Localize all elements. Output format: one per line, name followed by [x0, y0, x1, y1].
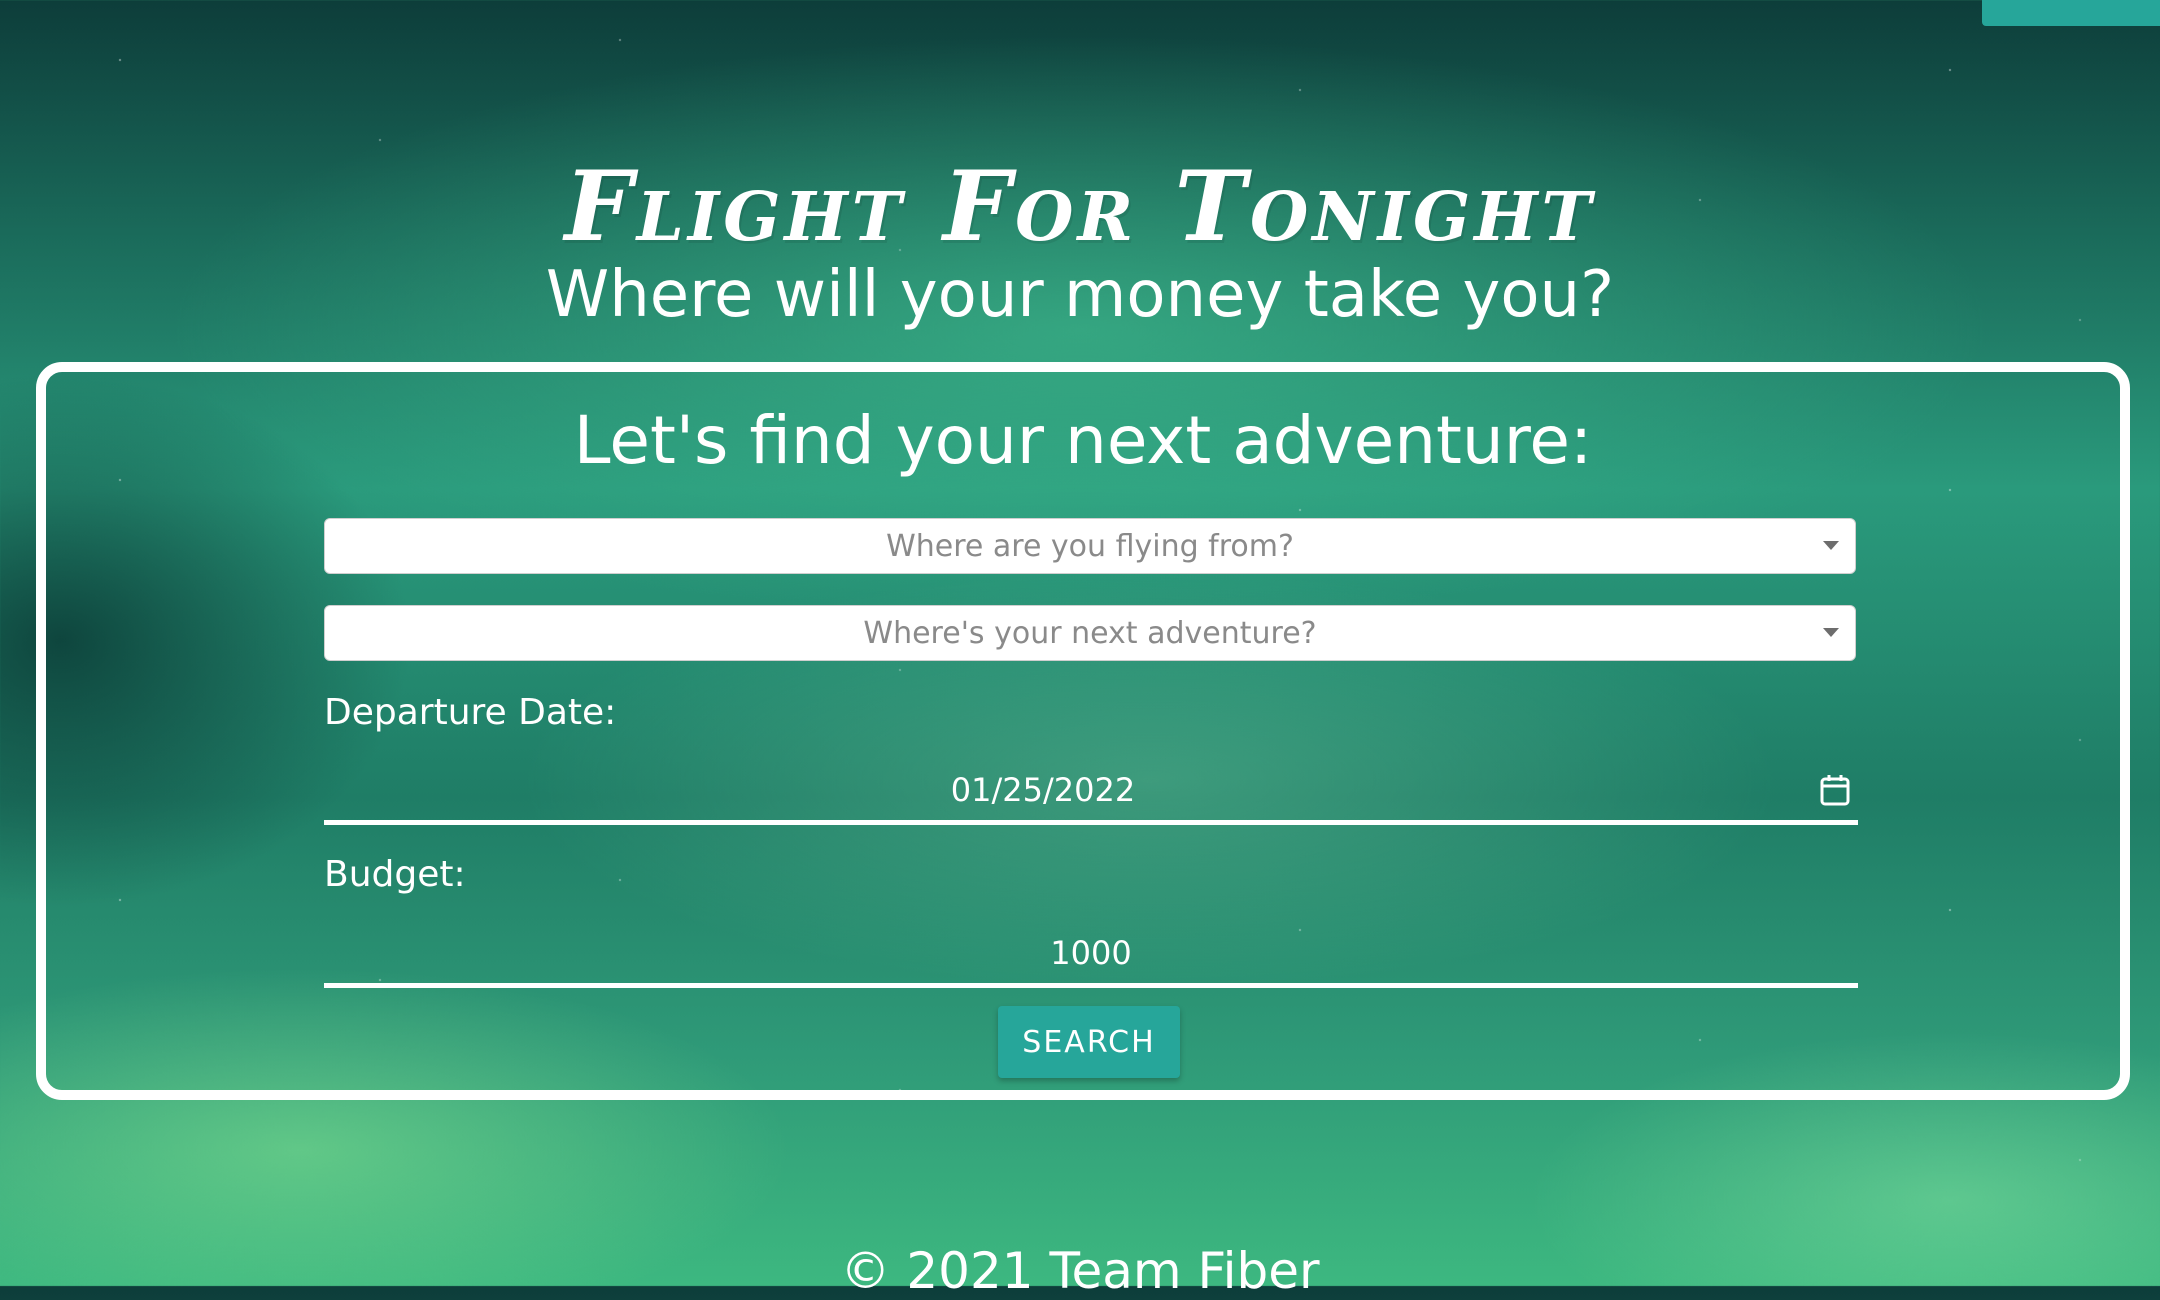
destination-placeholder: Where's your next adventure?: [863, 615, 1317, 651]
origin-placeholder: Where are you flying from?: [886, 528, 1294, 564]
origin-select[interactable]: Where are you flying from?: [324, 518, 1856, 574]
calendar-icon[interactable]: [1820, 774, 1850, 806]
budget-label: Budget:: [324, 854, 466, 895]
budget-input[interactable]: 1000: [324, 923, 1858, 988]
departure-date-label: Departure Date:: [324, 692, 617, 733]
departure-date-input[interactable]: 01/25/2022: [324, 760, 1858, 825]
card-heading: Let's find your next adventure:: [573, 402, 1593, 479]
search-card: Let's find your next adventure: Where ar…: [36, 362, 2130, 1100]
footer-copyright: © 2021 Team Fiber: [840, 1242, 1320, 1300]
chevron-down-icon: [1823, 541, 1839, 550]
site-title: Flight For Tonight: [564, 150, 1596, 264]
tagline: Where will your money take you?: [545, 258, 1615, 332]
corner-nav-button[interactable]: [1982, 0, 2160, 26]
budget-value: 1000: [1050, 934, 1132, 972]
destination-select[interactable]: Where's your next adventure?: [324, 605, 1856, 661]
chevron-down-icon: [1823, 628, 1839, 637]
search-button[interactable]: SEARCH: [998, 1006, 1180, 1078]
search-button-label: SEARCH: [1022, 1024, 1156, 1060]
departure-date-value: 01/25/2022: [950, 771, 1136, 809]
